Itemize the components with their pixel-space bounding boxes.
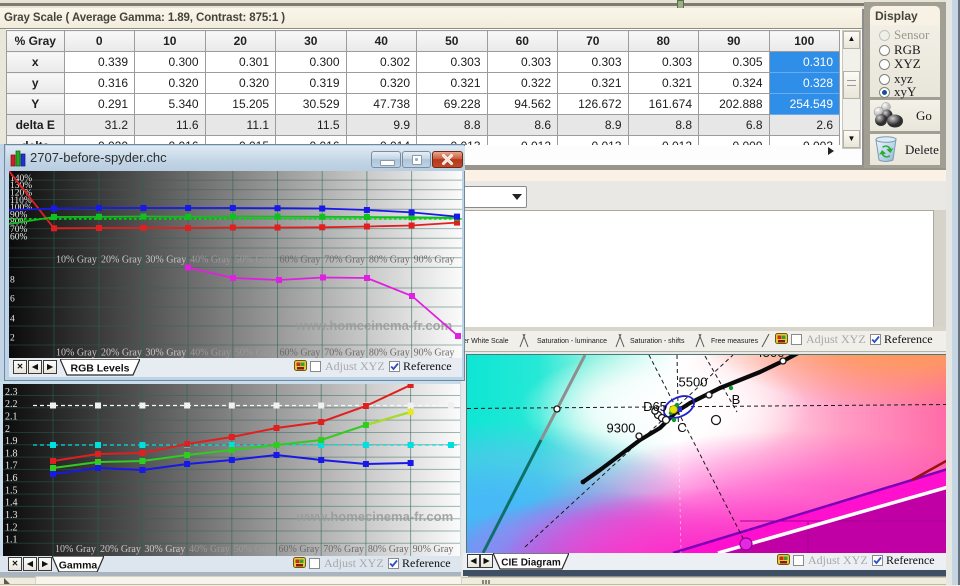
svg-text:1.1: 1.1 [5, 535, 18, 546]
svg-text:1.4: 1.4 [5, 498, 18, 509]
svg-text:70% Gray: 70% Gray [323, 544, 364, 555]
svg-text:30% Gray: 30% Gray [144, 544, 185, 555]
svg-text:10% Gray: 10% Gray [55, 544, 96, 555]
svg-text:90% Gray: 90% Gray [414, 255, 455, 266]
svg-text:1.7: 1.7 [5, 461, 18, 472]
svg-text:www.homecinema-fr.com: www.homecinema-fr.com [296, 509, 453, 524]
svg-text:Gamma: Gamma [59, 560, 98, 572]
svg-text:4500: 4500 [756, 355, 785, 360]
svg-text:70% Gray: 70% Gray [324, 255, 365, 266]
svg-text:10% Gray: 10% Gray [56, 348, 97, 359]
svg-text:10% Gray: 10% Gray [56, 255, 97, 266]
svg-text:20% Gray: 20% Gray [100, 544, 141, 555]
svg-text:8: 8 [10, 276, 15, 286]
svg-text:1.8: 1.8 [5, 448, 18, 459]
svg-text:60%: 60% [10, 232, 28, 242]
svg-text:80% Gray: 80% Gray [369, 255, 410, 266]
svg-text:1.6: 1.6 [5, 473, 18, 484]
svg-text:70% Gray: 70% Gray [324, 348, 365, 359]
svg-text:5500: 5500 [679, 375, 708, 390]
svg-text:60% Gray: 60% Gray [280, 255, 321, 266]
svg-text:1.2: 1.2 [5, 522, 18, 533]
svg-text:20% Gray: 20% Gray [101, 348, 142, 359]
svg-text:CIE Diagram: CIE Diagram [501, 558, 561, 569]
svg-text:40% Gray: 40% Gray [190, 255, 231, 266]
svg-text:80% Gray: 80% Gray [369, 348, 410, 359]
svg-text:30% Gray: 30% Gray [145, 348, 186, 359]
svg-text:www.homecinema-fr.com: www.homecinema-fr.com [295, 318, 452, 333]
svg-text:90% Gray: 90% Gray [414, 348, 455, 359]
svg-text:50% Gray: 50% Gray [235, 255, 276, 266]
svg-text:1.3: 1.3 [5, 510, 18, 521]
svg-text:40% Gray: 40% Gray [190, 348, 231, 359]
svg-text:1.9: 1.9 [5, 436, 18, 447]
svg-text:50% Gray: 50% Gray [234, 544, 275, 555]
svg-text:80% Gray: 80% Gray [368, 544, 409, 555]
svg-text:60% Gray: 60% Gray [280, 348, 321, 359]
svg-text:2.1: 2.1 [5, 411, 18, 422]
svg-text:1.5: 1.5 [5, 485, 18, 496]
svg-text:4: 4 [10, 315, 15, 325]
svg-text:50% Gray: 50% Gray [235, 348, 276, 359]
svg-text:20% Gray: 20% Gray [101, 255, 142, 266]
svg-text:D65: D65 [643, 399, 667, 414]
svg-text:2: 2 [5, 424, 10, 435]
svg-text:2.2: 2.2 [5, 399, 18, 410]
svg-text:6: 6 [10, 295, 15, 305]
svg-text:40% Gray: 40% Gray [189, 544, 230, 555]
svg-text:9300: 9300 [607, 421, 636, 436]
svg-text:2: 2 [10, 334, 15, 344]
svg-text:30% Gray: 30% Gray [145, 255, 186, 266]
svg-text:90% Gray: 90% Gray [413, 544, 454, 555]
svg-text:C: C [677, 420, 686, 435]
svg-text:2.3: 2.3 [5, 387, 18, 398]
svg-text:B: B [732, 392, 741, 407]
svg-text:60% Gray: 60% Gray [279, 544, 320, 555]
svg-text:RGB Levels: RGB Levels [71, 363, 130, 375]
